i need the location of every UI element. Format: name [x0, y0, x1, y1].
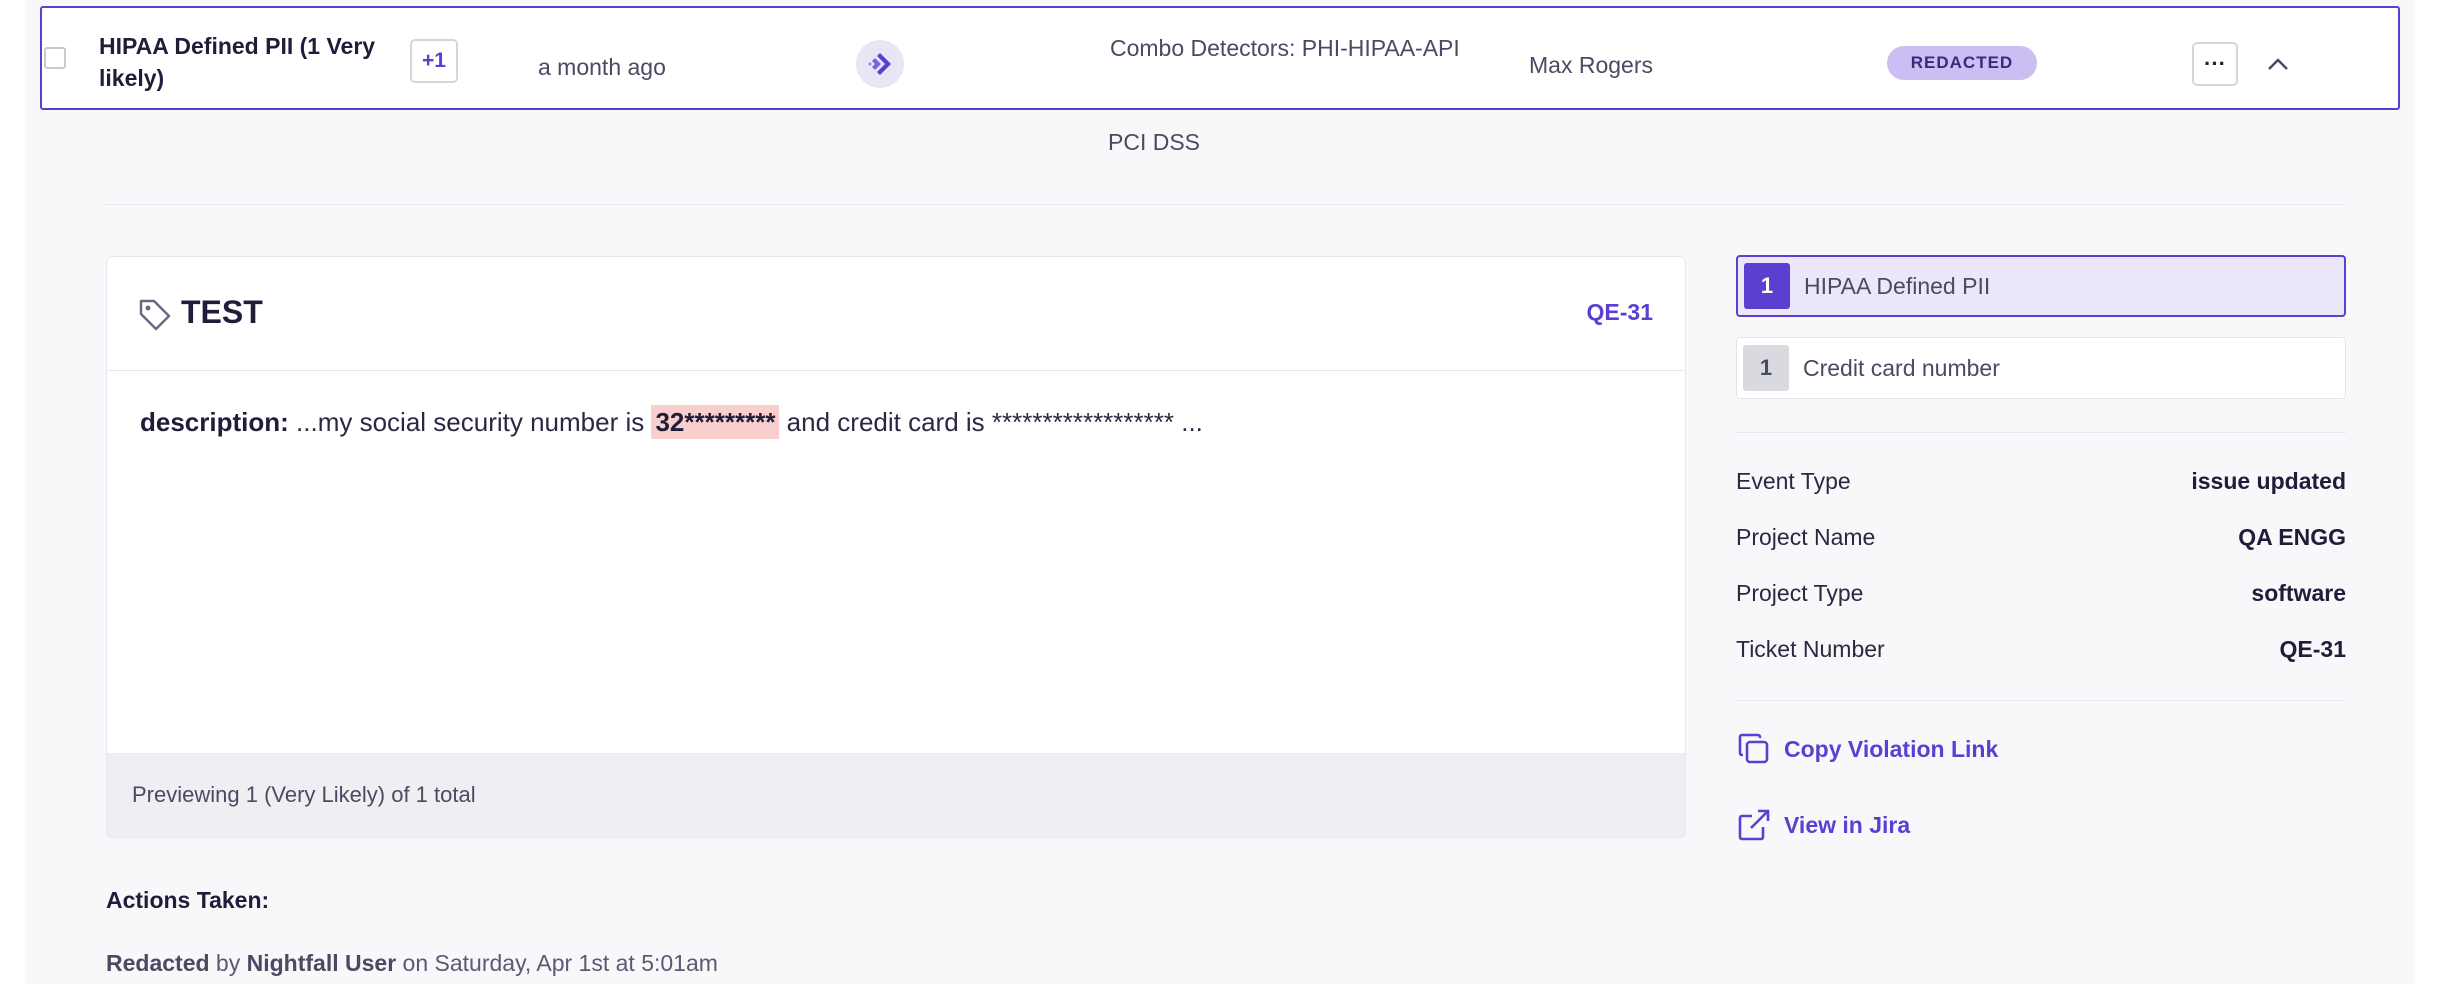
card-title: TEST	[181, 294, 263, 330]
view-in-jira-link[interactable]: View in Jira	[1736, 807, 1910, 843]
jira-icon	[856, 40, 904, 88]
time-ago: a month ago	[538, 54, 666, 80]
description-line: description: ...my social security numbe…	[140, 405, 1203, 439]
meta-value: software	[2251, 580, 2346, 606]
meta-row-ticket-number: Ticket Number QE-31	[1736, 636, 2346, 663]
meta-key: Ticket Number	[1736, 636, 1885, 662]
meta-key: Project Name	[1736, 524, 1876, 550]
finding-count: 1	[1744, 263, 1790, 309]
finding-name: Credit card number	[1803, 354, 2000, 381]
description-text-after: and credit card is ****************** ..…	[779, 407, 1203, 437]
additional-detectors-badge[interactable]: +1	[410, 39, 458, 83]
divider	[1736, 432, 2346, 433]
action-time: on Saturday, Apr 1st at 5:01am	[396, 950, 718, 976]
action-actor: Nightfall User	[246, 950, 397, 976]
finding-count: 1	[1743, 345, 1789, 391]
action-by: by	[209, 950, 247, 976]
divider	[106, 204, 2346, 205]
card-header: TEST QE-31	[107, 257, 1685, 371]
status-badge: REDACTED	[1887, 46, 2037, 80]
meta-value: QA ENGG	[2238, 524, 2346, 550]
external-link-icon	[1738, 809, 1770, 841]
detector-name: Combo Detectors: PHI-HIPAA-API	[1110, 35, 1460, 61]
more-options-button[interactable]: ···	[2192, 42, 2238, 86]
copy-violation-link[interactable]: Copy Violation Link	[1736, 731, 1998, 767]
copy-icon	[1738, 733, 1769, 764]
action-type: Redacted	[106, 950, 210, 976]
copy-link-label: Copy Violation Link	[1784, 735, 1999, 762]
ticket-link[interactable]: QE-31	[1587, 299, 1653, 326]
finding-preview-card: TEST QE-31 description: ...my social sec…	[106, 256, 1686, 838]
collapse-chevron-icon[interactable]	[2262, 48, 2294, 80]
meta-value: QE-31	[2279, 636, 2346, 662]
tag-icon	[139, 299, 171, 331]
view-jira-label: View in Jira	[1784, 811, 1911, 838]
divider	[1736, 700, 2346, 701]
meta-key: Event Type	[1736, 468, 1851, 494]
finding-item-credit-card[interactable]: 1 Credit card number	[1736, 337, 2346, 399]
finding-item-hipaa[interactable]: 1 HIPAA Defined PII	[1736, 255, 2346, 317]
violation-row[interactable]: HIPAA Defined PII (1 Very likely) +1 a m…	[40, 6, 2400, 110]
meta-row-event-type: Event Type issue updated	[1736, 468, 2346, 495]
user-name: Max Rogers	[1529, 52, 1653, 78]
actions-title: Actions Taken:	[106, 887, 270, 913]
secondary-policy: PCI DSS	[1108, 129, 1201, 155]
meta-value: issue updated	[2191, 468, 2346, 494]
meta-key: Project Type	[1736, 580, 1864, 606]
meta-row-project-type: Project Type software	[1736, 580, 2346, 607]
sensitive-match-highlight: 32*********	[651, 405, 780, 439]
description-text-before: ...my social security number is	[296, 407, 652, 437]
action-entry: Redacted by Nightfall User on Saturday, …	[106, 950, 718, 977]
description-label: description:	[140, 407, 289, 437]
preview-footer: Previewing 1 (Very Likely) of 1 total	[107, 753, 1685, 837]
issue-title: HIPAA Defined PII (1 Very likely)	[99, 33, 376, 91]
finding-name: HIPAA Defined PII	[1804, 272, 1991, 299]
meta-row-project-name: Project Name QA ENGG	[1736, 524, 2346, 551]
row-checkbox[interactable]	[44, 47, 66, 69]
